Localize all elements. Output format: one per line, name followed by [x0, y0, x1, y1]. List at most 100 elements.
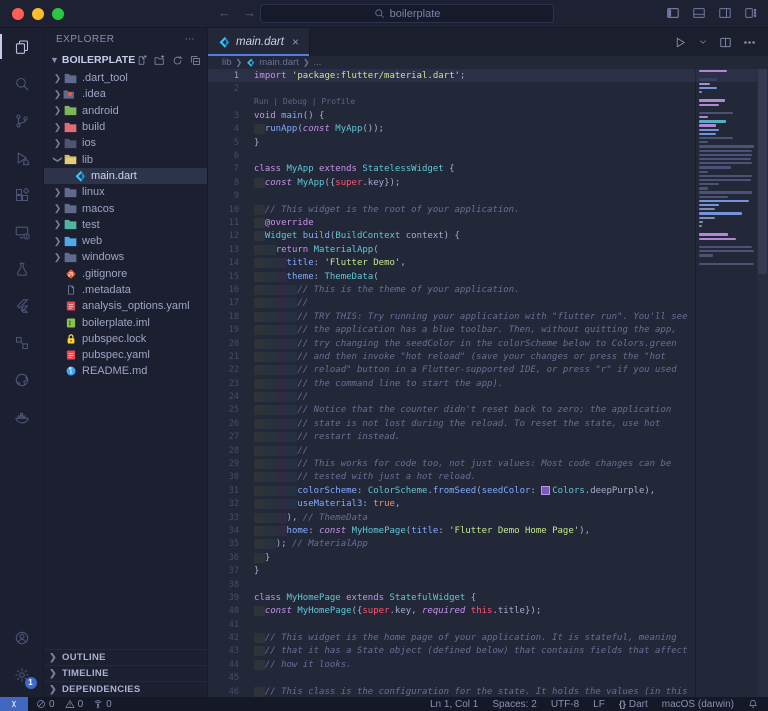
chevron-closed-icon[interactable]: ❯	[52, 105, 63, 116]
tree-item-label: ios	[82, 137, 97, 150]
layout-customize-icon[interactable]	[744, 6, 758, 20]
idea-folder-icon	[63, 89, 78, 100]
minimap[interactable]	[695, 69, 757, 697]
new-file-icon[interactable]	[136, 54, 147, 66]
layout-sidebar-right-icon[interactable]	[718, 6, 732, 20]
code-text: colorScheme: ColorScheme.fromSeed(seedCo…	[254, 485, 768, 496]
explorer-more-icon[interactable]: ⋯	[185, 34, 196, 45]
line-number: 13	[228, 244, 239, 255]
editor-more-actions-button[interactable]	[743, 36, 756, 49]
section-timeline[interactable]: ❯ TIMELINE	[44, 665, 207, 681]
remote-indicator-button[interactable]	[0, 697, 28, 711]
tree-item-build[interactable]: ❯ build	[44, 119, 207, 135]
tree-item-lib[interactable]: ❯ lib	[44, 151, 207, 167]
breadcrumb-item[interactable]: lib	[222, 57, 232, 68]
chevron-closed-icon[interactable]: ❯	[52, 236, 63, 247]
activity-bar-source-control[interactable]	[0, 102, 44, 139]
tree-item-pubspec-lock[interactable]: pubspec.lock	[44, 331, 207, 347]
command-center-search[interactable]: boilerplate	[260, 4, 554, 23]
activity-bar-project-manager[interactable]	[0, 324, 44, 361]
navigate-back-icon[interactable]: ←	[218, 5, 231, 20]
project-manager-icon	[14, 335, 30, 351]
tree-item--metadata[interactable]: .metadata	[44, 282, 207, 298]
navigate-forward-icon[interactable]: →	[243, 5, 256, 20]
tree-item-linux[interactable]: ❯ linux	[44, 184, 207, 200]
activity-bar-explorer[interactable]	[0, 28, 44, 65]
split-editor-button[interactable]	[719, 36, 732, 49]
status-notifications[interactable]	[748, 699, 758, 709]
tree-item-ios[interactable]: ❯ ios	[44, 135, 207, 151]
run-dropdown-icon[interactable]	[698, 37, 708, 47]
codelens-actions[interactable]: Run | Debug | Profile	[254, 97, 768, 107]
chevron-closed-icon[interactable]: ❯	[52, 187, 63, 198]
status-eol[interactable]: LF	[593, 699, 605, 710]
breadcrumb[interactable]: lib ❯ main.dart ❯...	[208, 56, 768, 69]
status-warnings[interactable]: 0	[65, 699, 83, 710]
code-line-1: 1 import 'package:flutter/material.dart';	[208, 69, 768, 83]
chevron-closed-icon[interactable]: ❯	[52, 89, 63, 100]
chevron-closed-icon[interactable]: ❯	[52, 73, 63, 84]
tree-item-windows[interactable]: ❯ windows	[44, 249, 207, 265]
breadcrumb-item[interactable]: ...	[314, 57, 322, 68]
chevron-closed-icon[interactable]: ❯	[52, 138, 63, 149]
tree-item-macos[interactable]: ❯ macos	[44, 200, 207, 216]
activity-bar-accounts[interactable]	[0, 619, 44, 656]
chevron-closed-icon[interactable]: ❯	[52, 252, 63, 263]
tree-item-android[interactable]: ❯ android	[44, 103, 207, 119]
github-icon	[14, 372, 30, 388]
chevron-closed-icon[interactable]: ❯	[52, 219, 63, 230]
chevron-closed-icon[interactable]: ❯	[52, 203, 63, 214]
tab-main-dart[interactable]: main.dart ×	[208, 28, 310, 56]
minimap-line	[699, 166, 732, 169]
collapse-all-icon[interactable]	[190, 55, 201, 66]
chevron-closed-icon[interactable]: ❯	[52, 122, 63, 133]
section-outline[interactable]: ❯ OUTLINE	[44, 649, 207, 665]
activity-bar-search[interactable]	[0, 65, 44, 102]
tree-item-web[interactable]: ❯ web	[44, 233, 207, 249]
layout-panel-icon[interactable]	[692, 6, 706, 20]
tree-item-pubspec-yaml[interactable]: pubspec.yaml	[44, 347, 207, 363]
refresh-icon[interactable]	[172, 55, 183, 66]
code-editor[interactable]: 1 import 'package:flutter/material.dart';…	[208, 69, 768, 697]
project-actions	[136, 54, 201, 66]
tree-item-main-dart[interactable]: main.dart	[44, 167, 207, 185]
activity-bar-github[interactable]	[0, 361, 44, 398]
close-window-button[interactable]	[12, 8, 24, 20]
status-indentation[interactable]: Spaces: 2	[492, 699, 536, 710]
breadcrumb-item[interactable]: main.dart	[259, 57, 299, 68]
tree-item-boilerplate-iml[interactable]: boilerplate.iml	[44, 314, 207, 330]
activity-bar-testing[interactable]	[0, 250, 44, 287]
tree-item-test[interactable]: ❯ test	[44, 217, 207, 233]
status-cursor-position[interactable]: Ln 1, Col 1	[430, 699, 478, 710]
section-dependencies[interactable]: ❯ DEPENDENCIES	[44, 681, 207, 697]
project-section-header[interactable]: ▼ BOILERPLATE	[44, 50, 207, 70]
activity-bar-flutter[interactable]	[0, 287, 44, 324]
activity-bar-top	[0, 28, 44, 619]
activity-bar-run-debug[interactable]	[0, 139, 44, 176]
tree-item-analysis-options-yaml[interactable]: analysis_options.yaml	[44, 298, 207, 314]
tree-item-readme-md[interactable]: README.md	[44, 363, 207, 379]
workbench: 1 EXPLORER ⋯ ▼ BOILERPLATE ❯ .dart_tool ❯.…	[0, 28, 768, 697]
layout-sidebar-left-icon[interactable]	[666, 6, 680, 20]
activity-bar-extensions[interactable]	[0, 176, 44, 213]
status-ports[interactable]: 0	[93, 699, 112, 710]
editor-scrollbar[interactable]	[757, 69, 768, 697]
status-language-mode[interactable]: {} Dart	[619, 699, 648, 710]
status-errors[interactable]: 0	[36, 699, 55, 710]
code-text: const MyApp({super.key});	[254, 177, 768, 188]
status-platform[interactable]: macOS (darwin)	[662, 699, 734, 710]
scrollbar-thumb[interactable]	[758, 69, 767, 274]
new-folder-icon[interactable]	[154, 54, 165, 66]
activity-bar-settings[interactable]: 1	[0, 656, 44, 693]
activity-bar-docker[interactable]	[0, 398, 44, 435]
chevron-open-icon[interactable]: ❯	[52, 154, 63, 165]
run-or-debug-button[interactable]	[674, 36, 687, 49]
tree-item--idea[interactable]: ❯ .idea	[44, 86, 207, 102]
tree-item--gitignore[interactable]: .gitignore	[44, 266, 207, 282]
activity-bar-remote-explorer[interactable]	[0, 213, 44, 250]
minimize-window-button[interactable]	[32, 8, 44, 20]
zoom-window-button[interactable]	[52, 8, 64, 20]
close-tab-icon[interactable]: ×	[292, 35, 299, 49]
tree-item--dart-tool[interactable]: ❯ .dart_tool	[44, 70, 207, 86]
status-encoding[interactable]: UTF-8	[551, 699, 579, 710]
